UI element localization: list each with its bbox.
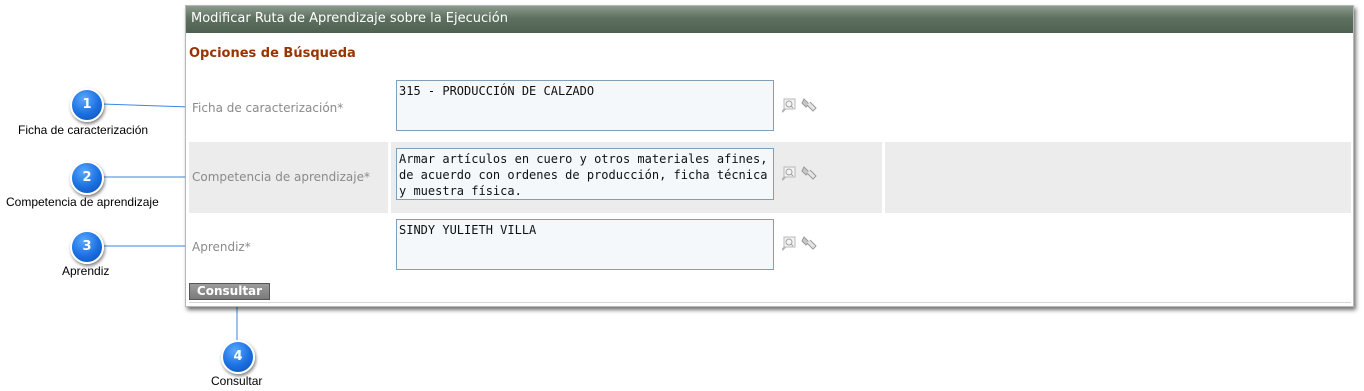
cell-divider <box>882 142 885 213</box>
panel-title-bar: Modificar Ruta de Aprendizaje sobre la E… <box>186 6 1353 33</box>
ficha-field[interactable]: 315 - PRODUCCIÓN DE CALZADO <box>396 80 774 131</box>
field-label-competencia: Competencia de aprendizaje* <box>192 170 370 184</box>
eraser-icon[interactable] <box>801 165 817 180</box>
callout-label-3: Aprendiz <box>62 264 110 278</box>
section-title: Opciones de Búsqueda <box>189 46 356 61</box>
callout-label-4: Consultar <box>211 374 263 388</box>
field-row-ficha: Ficha de caracterización* 315 - PRODUCCI… <box>189 74 1351 140</box>
panel-title: Modificar Ruta de Aprendizaje sobre la E… <box>191 11 508 26</box>
field-row-competencia: Competencia de aprendizaje* Armar artícu… <box>189 142 1351 213</box>
eraser-icon[interactable] <box>801 235 817 250</box>
magnifier-icon[interactable] <box>781 98 796 113</box>
callout-badge-1: 1 <box>70 88 104 122</box>
callout-label-2: Competencia de aprendizaje <box>6 195 159 209</box>
eraser-icon[interactable] <box>801 97 817 112</box>
field-label-aprendiz: Aprendiz* <box>192 240 251 254</box>
callout-label-1: Ficha de caracterización <box>18 123 149 137</box>
callout-badge-2: 2 <box>70 161 104 195</box>
divider <box>189 302 1351 303</box>
cell-divider <box>388 142 391 213</box>
callout-badge-4: 4 <box>221 340 255 374</box>
callout-badge-3: 3 <box>70 230 104 264</box>
competencia-field[interactable]: Armar artículos en cuero y otros materia… <box>396 148 774 200</box>
consultar-button[interactable]: Consultar <box>189 283 270 300</box>
field-label-ficha: Ficha de caracterización* <box>192 101 344 115</box>
field-row-aprendiz: Aprendiz* SINDY YULIETH VILLA <box>189 213 1351 281</box>
magnifier-icon[interactable] <box>781 236 796 251</box>
aprendiz-field[interactable]: SINDY YULIETH VILLA <box>396 219 774 270</box>
search-panel: Modificar Ruta de Aprendizaje sobre la E… <box>185 5 1354 307</box>
magnifier-icon[interactable] <box>781 166 796 181</box>
